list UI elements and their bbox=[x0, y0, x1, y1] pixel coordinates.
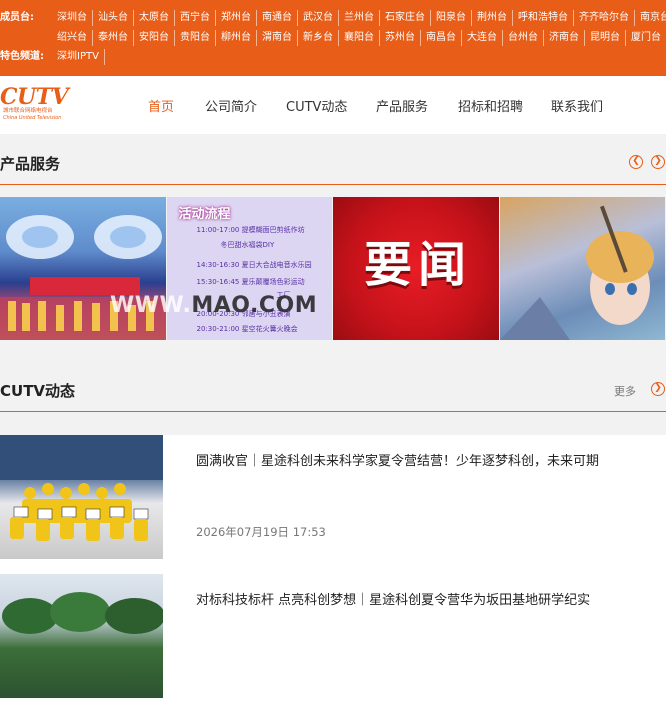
special-channel-label: 特色频道: bbox=[0, 51, 44, 62]
member-station-link[interactable]: 济南台 bbox=[544, 30, 585, 46]
member-stations-bar: 成员台: 深圳台 汕头台 太原台 西宁台 郑州台 南通台 武汉台 兰州台 石家庄台 阳泉台 荆州台呼… bbox=[0, 0, 666, 76]
member-station-link[interactable]: 阳泉台 bbox=[431, 10, 472, 26]
news-thumbnail[interactable] bbox=[0, 435, 163, 559]
member-station-link[interactable]: 兰州台 bbox=[339, 10, 380, 26]
member-station-link[interactable]: 柳州台 bbox=[216, 30, 257, 46]
dynamics-section-header: CUTV动态 更多 ❯ bbox=[0, 370, 666, 412]
campus-photo bbox=[2, 592, 163, 634]
member-station-link[interactable]: 绍兴台 bbox=[52, 30, 93, 46]
member-station-link[interactable]: 荆州台 bbox=[472, 10, 513, 26]
member-station-link[interactable]: 西宁台 bbox=[175, 10, 216, 26]
news-title[interactable]: 对标科技标杆 点亮科创梦想｜星途科创夏令营华为坂田基地研学纪实 bbox=[196, 589, 590, 608]
product-tile-stage-show[interactable] bbox=[0, 197, 166, 340]
news-item[interactable]: 对标科技标杆 点亮科创梦想｜星途科创夏令营华为坂田基地研学纪实 bbox=[0, 574, 666, 724]
chevron-right-icon[interactable]: ❯ bbox=[651, 155, 665, 169]
watermark-part-b: MAO.COM bbox=[191, 293, 318, 318]
products-section-header: 产品服务 ❮ ❯ bbox=[0, 143, 666, 185]
member-row-2: 绍兴台 泰州台 安阳台 贵阳台 柳州台 渭南台 新乡台 襄阳台 苏州台 南昌台 大连台 台州台 济南台昆… bbox=[0, 30, 666, 46]
member-station-link[interactable]: 齐齐哈尔台 bbox=[574, 10, 635, 26]
nav-about[interactable]: 公司简介 bbox=[205, 96, 257, 115]
tile-schedule-row: 冬巴甜水福袋DIY bbox=[220, 241, 275, 249]
product-carousel: 活动流程 11:00-17:00 提模糊面巴剪纸作坊 冬巴甜水福袋DIY 14:… bbox=[0, 197, 666, 340]
stage-image bbox=[0, 215, 166, 340]
tile-schedule-header: 活动流程 bbox=[178, 207, 231, 222]
member-station-link[interactable]: 汕头台 bbox=[93, 10, 134, 26]
member-station-link[interactable]: 石家庄台 bbox=[380, 10, 431, 26]
chevron-left-icon[interactable]: ❮ bbox=[629, 155, 643, 169]
watermark-text: WWW.MAO.COM bbox=[110, 293, 317, 318]
member-station-link[interactable]: 安阳台 bbox=[134, 30, 175, 46]
member-station-link[interactable]: 襄阳台 bbox=[339, 30, 380, 46]
news-thumbnail[interactable] bbox=[0, 574, 163, 698]
nav-products[interactable]: 产品服务 bbox=[376, 96, 428, 115]
member-station-link[interactable]: 新乡台 bbox=[298, 30, 339, 46]
nav-contact[interactable]: 联系我们 bbox=[551, 96, 603, 115]
nav-tender-recruit[interactable]: 招标和招聘 bbox=[458, 96, 523, 115]
member-station-link[interactable]: 深圳IPTV bbox=[52, 49, 105, 65]
special-channel-row: 特色频道: 深圳IPTV bbox=[0, 49, 105, 65]
news-title[interactable]: 圆满收官｜星途科创未来科学家夏令营结营！少年逐梦科创，未来可期 bbox=[196, 450, 599, 469]
member-station-link[interactable]: 渭南台 bbox=[257, 30, 298, 46]
member-station-link[interactable]: 贵阳台 bbox=[175, 30, 216, 46]
site-header: CUTV 城市联合网络电视台 China United Television 首… bbox=[0, 76, 666, 134]
tile-headlines-text: 要闻 bbox=[363, 237, 472, 293]
tile-schedule-row: 11:00-17:00 提模糊面巴剪纸作坊 bbox=[196, 226, 305, 234]
news-item[interactable]: 圆满收官｜星途科创未来科学家夏令营结营！少年逐梦科创，未来可期 2026年07月… bbox=[0, 435, 666, 585]
member-station-link[interactable]: 台州台 bbox=[503, 30, 544, 46]
tile-schedule-row: 20:30-21:00 星空花火篝火晚会 bbox=[196, 325, 298, 333]
member-label: 成员台: bbox=[0, 12, 34, 23]
member-station-link[interactable]: 呼和浩特台 bbox=[513, 10, 574, 26]
products-section-title: 产品服务 bbox=[0, 155, 61, 173]
member-station-link[interactable]: 昆明台 bbox=[585, 30, 626, 46]
tile-schedule-row: 15:30-16:45 夏乐颠覆场色彩运动 bbox=[196, 278, 305, 286]
watermark-part-a: WWW. bbox=[110, 293, 192, 318]
group-photo bbox=[0, 435, 163, 541]
member-station-link[interactable]: 南京台 bbox=[635, 10, 666, 26]
product-tile-activity-schedule[interactable]: 活动流程 11:00-17:00 提模糊面巴剪纸作坊 冬巴甜水福袋DIY 14:… bbox=[166, 197, 332, 340]
member-station-link[interactable]: 大连台 bbox=[462, 30, 503, 46]
more-link[interactable]: 更多 bbox=[614, 383, 636, 399]
main-nav: 首页 公司简介 CUTV动态 产品服务 招标和招聘 联系我们 bbox=[0, 96, 666, 116]
tile-schedule-row: 14:30-16:30 夏日大合战电音水乐园 bbox=[196, 261, 312, 269]
chevron-right-icon[interactable]: ❯ bbox=[651, 382, 665, 396]
product-tile-headlines[interactable]: 要闻 bbox=[333, 197, 499, 340]
member-station-link[interactable]: 南通台 bbox=[257, 10, 298, 26]
member-station-link[interactable]: 太原台 bbox=[134, 10, 175, 26]
animation-image bbox=[499, 205, 654, 340]
member-station-link[interactable]: 南昌台 bbox=[421, 30, 462, 46]
nav-cutv-news[interactable]: CUTV动态 bbox=[286, 96, 347, 115]
member-station-link[interactable]: 厦门台 bbox=[626, 30, 666, 46]
member-station-link[interactable]: 武汉台 bbox=[298, 10, 339, 26]
product-tile-animation[interactable] bbox=[499, 197, 665, 340]
member-station-link[interactable]: 苏州台 bbox=[380, 30, 421, 46]
member-station-link[interactable]: 泰州台 bbox=[93, 30, 134, 46]
member-row-1: 成员台: 深圳台 汕头台 太原台 西宁台 郑州台 南通台 武汉台 兰州台 石家庄台 阳泉台 荆州台呼… bbox=[0, 10, 666, 26]
nav-home[interactable]: 首页 bbox=[148, 96, 174, 115]
member-station-link[interactable]: 郑州台 bbox=[216, 10, 257, 26]
news-time: 2026年07月19日 17:53 bbox=[196, 525, 326, 539]
member-station-link[interactable]: 深圳台 bbox=[52, 10, 93, 26]
dynamics-section-title: CUTV动态 bbox=[0, 382, 76, 400]
